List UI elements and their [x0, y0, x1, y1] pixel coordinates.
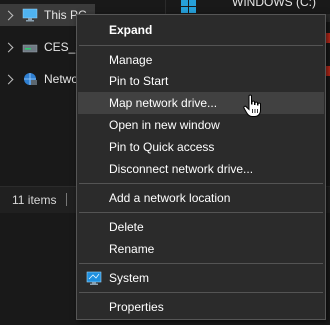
drive-title: WINDOWS (C:) [232, 0, 316, 9]
menu-item-system[interactable]: System [78, 267, 324, 289]
chevron-right-icon[interactable] [3, 10, 14, 20]
menu-item-delete[interactable]: Delete [78, 216, 324, 238]
menu-item-label: Rename [109, 242, 155, 256]
usb-drive-icon [22, 44, 38, 53]
menu-item-map-network-drive[interactable]: Map network drive... [78, 92, 324, 114]
menu-separator [79, 45, 323, 46]
menu-item-pin-to-start[interactable]: Pin to Start [78, 70, 324, 92]
menu-separator [79, 183, 323, 184]
menu-item-pin-to-quick-access[interactable]: Pin to Quick access [78, 136, 324, 158]
menu-item-label: Pin to Quick access [109, 140, 215, 154]
menu-separator [79, 292, 323, 293]
windows-drive-icon [181, 0, 196, 13]
chevron-right-icon[interactable] [3, 74, 14, 84]
menu-item-label: Add a network location [109, 191, 231, 205]
context-menu: Expand Manage Pin to Start Map network d… [76, 14, 326, 320]
menu-item-disconnect-network-drive[interactable]: Disconnect network drive... [78, 158, 324, 180]
menu-separator [79, 212, 323, 213]
menu-item-label: Pin to Start [109, 74, 169, 88]
menu-item-properties[interactable]: Properties [78, 296, 324, 318]
menu-item-label: Disconnect network drive... [109, 162, 254, 176]
menu-item-open-in-new-window[interactable]: Open in new window [78, 114, 324, 136]
menu-item-rename[interactable]: Rename [78, 238, 324, 260]
menu-item-label: System [109, 271, 150, 285]
menu-item-manage[interactable]: Manage [78, 49, 324, 71]
item-count: 11 items [12, 193, 57, 207]
chevron-right-icon[interactable] [3, 42, 14, 52]
menu-item-label: Expand [109, 23, 153, 37]
menu-item-add-network-location[interactable]: Add a network location [78, 187, 324, 209]
network-icon [24, 73, 37, 85]
menu-item-label: Delete [109, 220, 144, 234]
monitor-icon [86, 271, 102, 285]
status-separator [66, 193, 67, 206]
computer-icon [22, 8, 38, 22]
menu-item-label: Open in new window [109, 118, 220, 132]
menu-item-label: Map network drive... [109, 96, 218, 110]
menu-item-label: Manage [109, 53, 153, 67]
hand-cursor-icon [243, 94, 261, 117]
menu-separator [79, 263, 323, 264]
menu-item-expand[interactable]: Expand [78, 19, 324, 41]
menu-item-label: Properties [109, 300, 164, 314]
